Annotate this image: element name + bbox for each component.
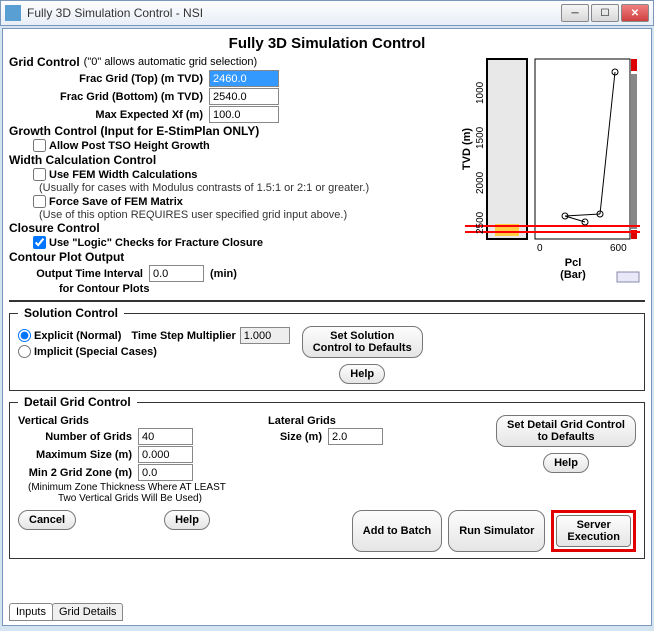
frac-bot-input[interactable] <box>209 88 279 105</box>
pcl-tvd-chart: TVD (m) 2500 2000 1500 1000 0 600 Pcl (B… <box>445 54 645 284</box>
explicit-radio[interactable] <box>18 329 31 342</box>
lat-size-input[interactable] <box>328 428 383 445</box>
lateral-grids-label: Lateral Grids <box>268 415 383 427</box>
max-xf-label: Max Expected Xf (m) <box>9 109 209 121</box>
svg-text:2000: 2000 <box>475 171 486 194</box>
min2-label: Min 2 Grid Zone (m) <box>18 467 138 479</box>
contour-subline: for Contour Plots <box>59 283 149 295</box>
maximize-button[interactable]: ☐ <box>591 4 619 22</box>
implicit-radio[interactable] <box>18 345 31 358</box>
interval-input[interactable] <box>149 265 204 282</box>
tab-grid-details[interactable]: Grid Details <box>52 603 123 621</box>
force-save-checkbox[interactable] <box>33 195 46 208</box>
grid-control-hint: ("0" allows automatic grid selection) <box>84 56 258 68</box>
width-control-label: Width Calculation Control <box>9 153 439 167</box>
lat-size-label: Size (m) <box>268 431 328 443</box>
use-fem-label: Use FEM Width Calculations <box>49 169 197 181</box>
interval-label: Output Time Interval <box>19 268 149 280</box>
vertical-grids-label: Vertical Grids <box>18 415 248 427</box>
detail-grid-fieldset: Detail Grid Control Vertical Grids Numbe… <box>9 395 645 559</box>
set-detail-defaults-button[interactable]: Set Detail Grid Control to Defaults <box>496 415 636 447</box>
tsm-label: Time Step Multiplier <box>131 330 235 342</box>
use-fem-note: (Usually for cases with Modulus contrast… <box>39 182 439 194</box>
force-save-note: (Use of this option REQUIRES user specif… <box>39 209 439 221</box>
svg-text:0: 0 <box>537 243 543 254</box>
allow-tso-label: Allow Post TSO Height Growth <box>49 140 210 152</box>
interval-unit: (min) <box>210 268 237 280</box>
svg-text:(Bar): (Bar) <box>560 269 586 281</box>
solution-legend: Solution Control <box>18 306 124 320</box>
grid-control-label: Grid Control <box>9 55 80 69</box>
solution-control-fieldset: Solution Control Explicit (Normal) Time … <box>9 306 645 391</box>
min2-input[interactable] <box>138 464 193 481</box>
svg-text:2500: 2500 <box>475 211 486 234</box>
allow-tso-checkbox[interactable] <box>33 139 46 152</box>
growth-control-label: Growth Control (Input for E-StimPlan ONL… <box>9 124 439 138</box>
num-grids-label: Number of Grids <box>18 431 138 443</box>
window-title: Fully 3D Simulation Control - NSI <box>27 6 561 20</box>
app-icon <box>5 5 21 21</box>
implicit-label: Implicit (Special Cases) <box>34 346 157 358</box>
add-to-batch-button[interactable]: Add to Batch <box>352 510 442 552</box>
num-grids-input[interactable] <box>138 428 193 445</box>
explicit-label: Explicit (Normal) <box>34 330 121 342</box>
closure-control-label: Closure Control <box>9 221 439 235</box>
tab-inputs[interactable]: Inputs <box>9 603 53 621</box>
frac-top-input[interactable] <box>209 70 279 87</box>
solution-help-button[interactable]: Help <box>339 364 385 384</box>
close-button[interactable]: ✕ <box>621 4 649 22</box>
contour-label: Contour Plot Output <box>9 250 439 264</box>
server-execution-button[interactable]: Server Execution <box>556 515 631 547</box>
frac-top-label: Frac Grid (Top) (m TVD) <box>9 73 209 85</box>
max-xf-input[interactable] <box>209 106 279 123</box>
svg-text:1500: 1500 <box>475 126 486 149</box>
use-logic-label: Use "Logic" Checks for Fracture Closure <box>49 237 263 249</box>
svg-text:TVD (m): TVD (m) <box>461 128 473 171</box>
min2-note2: Two Vertical Grids Will Be Used) <box>58 493 248 504</box>
detail-help-button[interactable]: Help <box>543 453 589 473</box>
run-simulator-button[interactable]: Run Simulator <box>448 510 545 552</box>
svg-text:600: 600 <box>610 243 627 254</box>
help-button[interactable]: Help <box>164 510 210 530</box>
svg-text:Pcl: Pcl <box>565 257 582 269</box>
use-logic-checkbox[interactable] <box>33 236 46 249</box>
min2-note1: (Minimum Zone Thickness Where AT LEAST <box>28 482 248 493</box>
max-size-label: Maximum Size (m) <box>18 449 138 461</box>
detail-grid-legend: Detail Grid Control <box>18 395 137 409</box>
tsm-input[interactable] <box>240 327 290 344</box>
max-size-input[interactable] <box>138 446 193 463</box>
force-save-label: Force Save of FEM Matrix <box>49 196 183 208</box>
use-fem-checkbox[interactable] <box>33 168 46 181</box>
set-solution-defaults-button[interactable]: Set Solution Control to Defaults <box>302 326 423 358</box>
page-title: Fully 3D Simulation Control <box>9 35 645 52</box>
minimize-button[interactable]: ─ <box>561 4 589 22</box>
svg-text:1000: 1000 <box>475 81 486 104</box>
cancel-button[interactable]: Cancel <box>18 510 76 530</box>
frac-bot-label: Frac Grid (Bottom) (m TVD) <box>9 91 209 103</box>
